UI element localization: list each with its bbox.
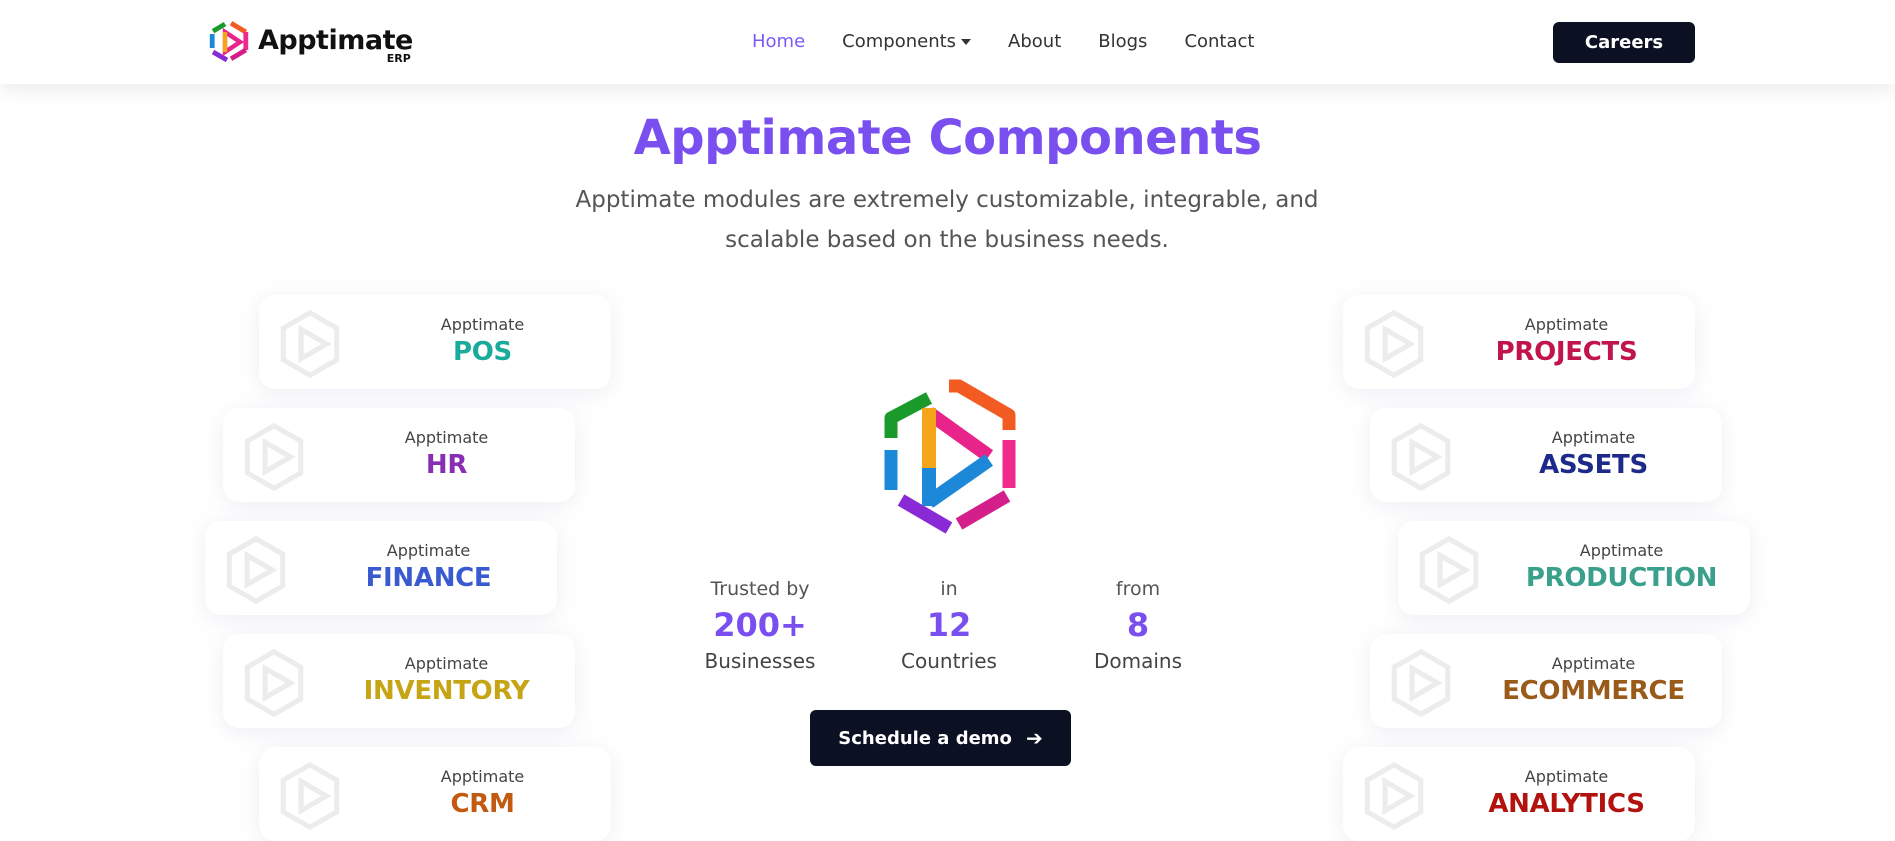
- nav-components[interactable]: Components: [842, 28, 972, 56]
- module-name: ECOMMERCE: [1502, 676, 1685, 706]
- nav-blogs[interactable]: Blogs: [1098, 28, 1147, 56]
- nav-contact[interactable]: Contact: [1184, 28, 1254, 56]
- module-card-hr[interactable]: Apptimate HR: [223, 408, 575, 502]
- module-prefix: Apptimate: [440, 767, 525, 786]
- stat-prefix: Trusted by: [710, 578, 810, 600]
- stat-number: 8: [1126, 606, 1150, 644]
- module-prefix: Apptimate: [1551, 654, 1636, 673]
- module-prefix: Apptimate: [404, 654, 489, 673]
- main-nav: Home Components About Blogs Contact: [752, 28, 1291, 56]
- caret-down-icon: [961, 39, 972, 45]
- module-prefix: Apptimate: [1551, 428, 1636, 447]
- apptimate-watermark-icon: [1364, 761, 1424, 831]
- schedule-demo-label: Schedule a demo: [838, 727, 1012, 749]
- module-prefix: Apptimate: [386, 541, 471, 560]
- module-name: ASSETS: [1539, 450, 1648, 480]
- apptimate-logo-icon: [884, 379, 1016, 534]
- module-card-inventory[interactable]: Apptimate INVENTORY: [223, 634, 575, 728]
- stat-businesses: Trusted by 200+ Businesses: [690, 576, 830, 674]
- stat-number: 200+: [713, 606, 807, 644]
- apptimate-watermark-icon: [1391, 422, 1451, 492]
- module-card-pos[interactable]: Apptimate POS: [259, 295, 611, 389]
- stat-prefix: in: [940, 578, 958, 600]
- apptimate-watermark-icon: [1364, 309, 1424, 379]
- stats: Trusted by 200+ Businesses in 12 Countri…: [690, 576, 1210, 676]
- module-name: POS: [453, 337, 512, 367]
- nav-about[interactable]: About: [1008, 28, 1061, 56]
- apptimate-watermark-icon: [244, 648, 304, 718]
- module-card-finance[interactable]: Apptimate FINANCE: [205, 521, 557, 615]
- module-name: CRM: [450, 789, 515, 819]
- nav-home[interactable]: Home: [752, 28, 805, 56]
- page-title: Apptimate Components: [633, 110, 1262, 166]
- module-prefix: Apptimate: [404, 428, 489, 447]
- module-card-projects[interactable]: Apptimate PROJECTS: [1343, 295, 1695, 389]
- apptimate-watermark-icon: [1391, 648, 1451, 718]
- module-card-assets[interactable]: Apptimate ASSETS: [1370, 408, 1722, 502]
- stat-prefix: from: [1115, 578, 1161, 600]
- stat-suffix: Domains: [1093, 649, 1183, 673]
- module-prefix: Apptimate: [440, 315, 525, 334]
- module-name: INVENTORY: [363, 676, 530, 706]
- stat-suffix: Countries: [901, 649, 997, 673]
- careers-button[interactable]: Careers: [1553, 22, 1695, 63]
- site-header: Apptimate ERP Home Components About Blog…: [0, 0, 1895, 84]
- nav-components-label: Components: [842, 31, 957, 52]
- stat-number: 12: [926, 606, 972, 644]
- module-prefix: Apptimate: [1524, 315, 1609, 334]
- stat-countries: in 12 Countries: [879, 576, 1019, 674]
- schedule-demo-button[interactable]: Schedule a demo ➔: [810, 710, 1071, 766]
- brand[interactable]: Apptimate ERP: [208, 20, 413, 66]
- stat-suffix: Businesses: [704, 649, 816, 673]
- module-card-production[interactable]: Apptimate PRODUCTION: [1398, 521, 1750, 615]
- module-prefix: Apptimate: [1524, 767, 1609, 786]
- apptimate-watermark-icon: [280, 309, 340, 379]
- brand-subtitle: ERP: [386, 52, 411, 65]
- apptimate-watermark-icon: [280, 761, 340, 831]
- apptimate-watermark-icon: [1419, 535, 1479, 605]
- module-card-analytics[interactable]: Apptimate ANALYTICS: [1343, 747, 1695, 841]
- apptimate-logo-icon: [209, 21, 249, 63]
- module-name: HR: [425, 450, 468, 480]
- module-card-ecommerce[interactable]: Apptimate ECOMMERCE: [1370, 634, 1722, 728]
- apptimate-watermark-icon: [226, 535, 286, 605]
- module-card-crm[interactable]: Apptimate CRM: [259, 747, 611, 841]
- module-name: ANALYTICS: [1488, 789, 1645, 819]
- apptimate-watermark-icon: [244, 422, 304, 492]
- module-name: FINANCE: [365, 563, 492, 593]
- arrow-right-icon: ➔: [1025, 726, 1043, 750]
- stat-domains: from 8 Domains: [1068, 576, 1208, 674]
- page-subtitle: Apptimate modules are extremely customiz…: [575, 187, 1319, 253]
- module-name: PROJECTS: [1495, 337, 1638, 367]
- module-prefix: Apptimate: [1579, 541, 1664, 560]
- module-name: PRODUCTION: [1525, 563, 1718, 593]
